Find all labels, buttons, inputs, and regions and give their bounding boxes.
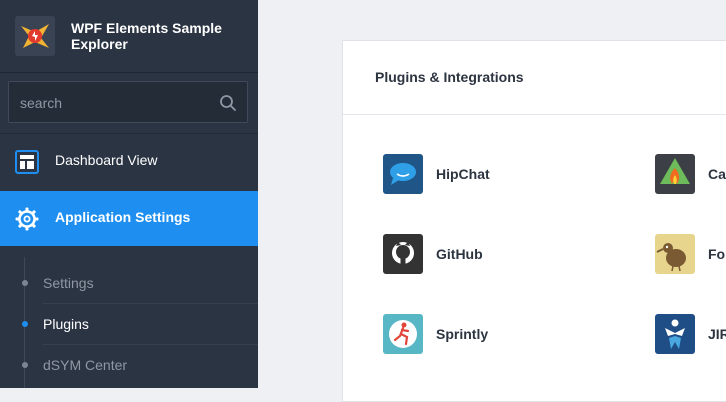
app-header: WPF Elements Sample Explorer	[0, 0, 258, 73]
plugin-name: HipChat	[436, 166, 490, 182]
panel-title: Plugins & Integrations	[375, 69, 524, 85]
bullet-icon	[22, 280, 28, 286]
plugin-jira[interactable]: JIR	[655, 314, 726, 354]
sprintly-icon	[383, 314, 423, 354]
nav-item-dashboard-view[interactable]: Dashboard View	[0, 134, 258, 189]
subnav-item-label: Settings	[43, 275, 94, 291]
github-icon	[383, 234, 423, 274]
campfire-icon	[655, 154, 695, 194]
subnav-item-label: dSYM Center	[43, 357, 128, 373]
plugin-sprintly[interactable]: Sprintly	[383, 314, 583, 354]
subnav-item-settings[interactable]: Settings	[0, 262, 258, 303]
plugins-panel: Plugins & Integrations HipChat Ca GitHub…	[342, 40, 726, 402]
nav-item-label: Dashboard View	[55, 152, 158, 168]
plugin-name: GitHub	[436, 246, 483, 262]
plugin-name: Fo	[708, 246, 726, 262]
plugin-name: Ca	[708, 166, 726, 182]
plugin-name: Sprintly	[436, 326, 489, 342]
fogbugz-icon	[655, 234, 695, 274]
sidebar: WPF Elements Sample Explorer search Dash…	[0, 0, 258, 388]
dashboard-icon	[15, 150, 39, 174]
app-title: WPF Elements Sample Explorer	[71, 20, 222, 52]
nav-item-label: Application Settings	[55, 209, 191, 225]
jira-icon	[655, 314, 695, 354]
subnav-item-plugins[interactable]: Plugins	[0, 303, 258, 344]
search-placeholder: search	[20, 95, 63, 111]
bullet-icon	[22, 321, 28, 327]
subnav-item-label: Plugins	[43, 316, 89, 332]
subnav-item-dsym-center[interactable]: dSYM Center	[0, 344, 258, 385]
panel-header: Plugins & Integrations	[343, 41, 726, 115]
bullet-icon	[22, 362, 28, 368]
search-icon[interactable]	[219, 94, 237, 112]
plugin-campfire[interactable]: Ca	[655, 154, 726, 194]
plugin-hipchat[interactable]: HipChat	[383, 154, 583, 194]
search-input[interactable]: search	[8, 81, 248, 123]
gear-icon	[15, 207, 39, 231]
plugin-name: JIR	[708, 326, 726, 342]
plugin-github[interactable]: GitHub	[383, 234, 583, 274]
hipchat-icon	[383, 154, 423, 194]
app-logo-icon	[15, 16, 55, 56]
plugin-fogbugz[interactable]: Fo	[655, 234, 726, 274]
nav-item-application-settings[interactable]: Application Settings	[0, 191, 258, 246]
